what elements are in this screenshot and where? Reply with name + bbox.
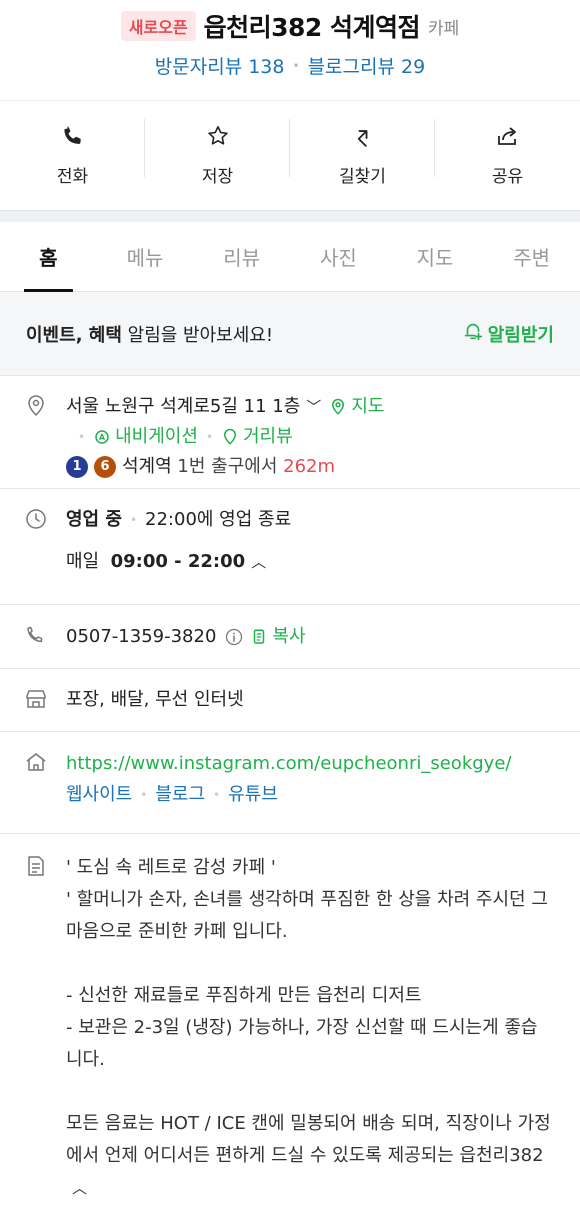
phone-line: 0507-1359-3820 복사 xyxy=(66,622,554,652)
info-icon[interactable] xyxy=(224,627,244,647)
youtube-link[interactable]: 유튜브 xyxy=(228,780,278,810)
alarm-button[interactable]: 알림받기 xyxy=(462,320,554,347)
call-label: 전화 xyxy=(56,167,89,187)
navigation-icon xyxy=(95,430,109,444)
address-section: 서울 노원구 석계로5길 11 1층 ﹀ 지도 • 내비게이션 • 거리뷰 1 … xyxy=(0,376,580,489)
hours-time: 09:00 - 22:00 xyxy=(110,551,246,572)
save-label: 저장 xyxy=(201,167,234,187)
phone-outline-icon xyxy=(24,622,52,652)
website-link[interactable]: 웹사이트 xyxy=(66,780,132,810)
bell-plus-icon xyxy=(462,320,484,347)
event-banner: 이벤트, 혜택 알림을 받아보세요! 알림받기 xyxy=(0,292,580,376)
phone-icon xyxy=(61,124,85,152)
subway-line-1-badge: 1 xyxy=(66,456,88,478)
amenities-text: 포장, 배달, 무선 인터넷 xyxy=(66,689,244,710)
dot-separator: • xyxy=(129,513,138,527)
hours-detail-line[interactable]: 매일 09:00 - 22:00 ︿ xyxy=(66,547,554,577)
action-bar: 전화 저장 길찾기 공유 xyxy=(0,100,580,210)
address-line: 서울 노원구 석계로5길 11 1층 ﹀ 지도 xyxy=(66,392,554,422)
description-text: ' 도심 속 레트로 감성 카페 ' ' 할머니가 손자, 손녀를 생각하며 푸… xyxy=(66,852,554,1204)
tab-photos[interactable]: 사진 xyxy=(290,222,387,291)
tab-menu[interactable]: 메뉴 xyxy=(97,222,194,291)
document-icon xyxy=(24,852,52,1204)
save-button[interactable]: 저장 xyxy=(145,101,290,210)
amenities-section: 포장, 배달, 무선 인터넷 xyxy=(0,669,580,732)
close-info: 22:00에 영업 종료 xyxy=(145,509,292,530)
phone-section: 0507-1359-3820 복사 xyxy=(0,605,580,669)
phone-number[interactable]: 0507-1359-3820 xyxy=(66,622,216,652)
share-label: 공유 xyxy=(491,167,524,187)
dot-separator: • xyxy=(213,788,221,802)
description-section: ' 도심 속 레트로 감성 카페 ' ' 할머니가 손자, 손녀를 생각하며 푸… xyxy=(0,834,580,1204)
event-comma: , xyxy=(75,324,89,346)
copy-icon xyxy=(254,629,265,644)
open-status-line: 영업 중 • 22:00에 영업 종료 xyxy=(66,505,554,535)
blog-link[interactable]: 블로그 xyxy=(155,780,205,810)
store-icon xyxy=(24,685,52,715)
share-button[interactable]: 공유 xyxy=(435,101,580,210)
event-word: 이벤트 xyxy=(26,324,76,346)
navigation-label: 내비게이션 xyxy=(115,426,198,447)
chevron-down-icon[interactable]: ﹀ xyxy=(306,392,321,422)
call-button[interactable]: 전화 xyxy=(0,101,145,210)
place-header: 새로오픈 읍천리382 석계역점 카페 방문자리뷰 138 • 블로그리뷰 29 xyxy=(0,0,580,92)
copy-label: 복사 xyxy=(272,625,306,647)
benefit-word: 혜택 xyxy=(88,324,122,346)
copy-button[interactable]: 복사 xyxy=(250,622,306,652)
tab-home[interactable]: 홈 xyxy=(0,222,97,292)
location-pin-icon xyxy=(24,392,52,488)
dot-separator: • xyxy=(205,430,213,444)
map-pin-icon xyxy=(332,398,345,415)
tab-reviews[interactable]: 리뷰 xyxy=(193,222,290,291)
description-body: ' 도심 속 레트로 감성 카페 ' ' 할머니가 손자, 손녀를 생각하며 푸… xyxy=(66,857,551,1166)
new-open-badge: 새로오픈 xyxy=(120,11,196,41)
dot-separator: • xyxy=(140,788,148,802)
street-view-link[interactable]: 거리뷰 xyxy=(221,422,293,452)
directions-button[interactable]: 길찾기 xyxy=(290,101,435,210)
dot-separator: • xyxy=(78,430,86,444)
review-row: 방문자리뷰 138 • 블로그리뷰 29 xyxy=(0,52,580,79)
address-text: 서울 노원구 석계로5길 11 1층 xyxy=(66,396,301,417)
section-gap xyxy=(0,210,580,222)
street-view-label: 거리뷰 xyxy=(242,426,293,447)
exit-info: 1번 출구에서 xyxy=(177,456,278,477)
subway-line-6-badge: 6 xyxy=(94,456,116,478)
place-name: 읍천리382 석계역점 xyxy=(203,13,421,42)
subway-line: 1 6 석계역 1번 출구에서 262m xyxy=(66,452,554,482)
hours-day: 매일 xyxy=(66,551,100,572)
visitor-reviews-link[interactable]: 방문자리뷰 138 xyxy=(155,52,285,79)
nav-links-line: • 내비게이션 • 거리뷰 xyxy=(66,422,554,452)
blog-reviews-link[interactable]: 블로그리뷰 29 xyxy=(308,52,426,79)
street-view-icon xyxy=(223,428,236,445)
directions-label: 길찾기 xyxy=(339,167,386,187)
chevron-up-icon[interactable]: ︿ xyxy=(251,547,266,577)
star-icon xyxy=(206,124,230,152)
navigation-link[interactable]: 내비게이션 xyxy=(93,422,198,452)
home-icon xyxy=(24,748,52,833)
tab-map[interactable]: 지도 xyxy=(387,222,484,291)
place-category: 카페 xyxy=(428,18,460,39)
distance: 262m xyxy=(283,456,336,477)
clock-icon xyxy=(24,505,52,604)
station-name: 석계역 xyxy=(122,456,172,477)
directions-icon xyxy=(351,124,375,152)
tab-bar: 홈 메뉴 리뷰 사진 지도 주변 xyxy=(0,222,580,292)
collapse-chevron-icon[interactable]: ︿ xyxy=(72,1179,87,1197)
tab-nearby[interactable]: 주변 xyxy=(483,222,580,291)
event-text: 이벤트, 혜택 알림을 받아보세요! xyxy=(26,321,273,347)
dot-separator: • xyxy=(292,58,300,73)
title-row: 새로오픈 읍천리382 석계역점 카페 xyxy=(0,8,580,44)
alarm-label: 알림받기 xyxy=(487,324,554,346)
event-rest-text: 알림을 받아보세요! xyxy=(121,324,274,346)
website-links: 웹사이트 • 블로그 • 유튜브 xyxy=(66,780,554,810)
hours-section: 영업 중 • 22:00에 영업 종료 매일 09:00 - 22:00 ︿ xyxy=(0,489,580,605)
website-section: https://www.instagram.com/eupcheonri_seo… xyxy=(0,732,580,834)
share-icon xyxy=(496,124,520,152)
map-link-label: 지도 xyxy=(351,396,385,417)
open-status: 영업 중 xyxy=(66,509,122,530)
map-link[interactable]: 지도 xyxy=(329,392,384,422)
website-url[interactable]: https://www.instagram.com/eupcheonri_seo… xyxy=(66,748,554,780)
